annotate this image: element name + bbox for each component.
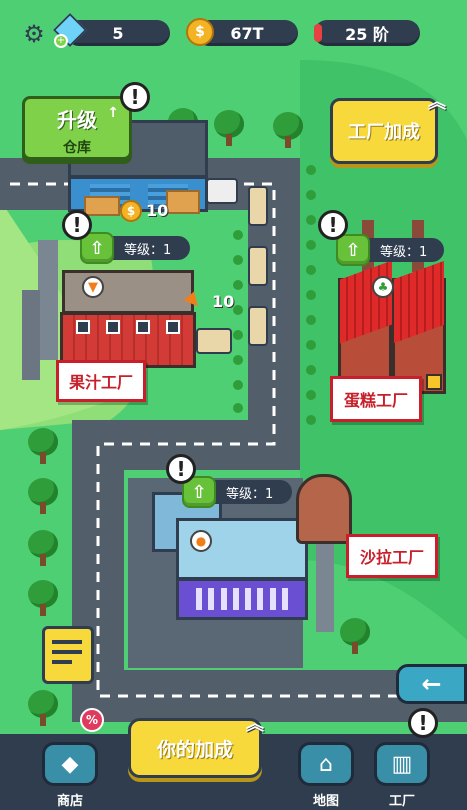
silo	[296, 474, 352, 544]
cargo-boxes	[84, 196, 120, 216]
juice-factory-sign: 果汁工厂	[56, 360, 146, 402]
arrow-left-icon: ←	[421, 670, 442, 698]
cake-factory-sign: 蛋糕工厂	[330, 376, 422, 422]
cake-factory-building[interactable]	[338, 220, 446, 394]
juice-factory-building[interactable]	[60, 270, 196, 368]
juice-carrot-count: 10	[212, 292, 235, 311]
tree	[28, 690, 58, 728]
nav-shop[interactable]: ◆ 商店	[40, 742, 100, 809]
tree	[214, 110, 244, 148]
tree	[273, 112, 303, 150]
nav-map-label: 地图	[312, 794, 339, 809]
pumpkin-icon: ●	[190, 530, 212, 552]
nav-shop-label: 商店	[56, 794, 83, 809]
salad-alert-icon[interactable]: !	[166, 454, 196, 484]
warehouse-coin-reward: 10	[146, 201, 169, 220]
upgrade-arrow-icon[interactable]: ⇧	[336, 234, 370, 266]
factory-nav-alert-icon[interactable]: !	[408, 708, 438, 738]
plus-icon[interactable]: +	[54, 34, 68, 48]
nav-map[interactable]: ⌂ 地图	[296, 742, 356, 809]
leaf-icon: ♣	[372, 276, 394, 298]
cake-factory-level[interactable]: ⇧ 等级：1	[336, 234, 444, 266]
truck	[248, 306, 268, 346]
gems-value: 5	[112, 23, 124, 43]
warehouse-alert-icon[interactable]: !	[120, 82, 150, 112]
game-scene: $ 10 升级 仓库 ↑ ! ▼ ▼ 10 ⇧ 等级：1 ! 果汁工厂 ♣ ⇧ …	[0, 0, 467, 810]
truck	[248, 186, 268, 226]
tree	[28, 530, 58, 568]
coin-icon: $	[120, 200, 142, 222]
truck	[196, 328, 232, 354]
nav-factory[interactable]: ▥ 工厂	[372, 742, 432, 809]
stage-value: 25 阶	[345, 25, 389, 44]
nav-factory-label: 工厂	[388, 794, 415, 809]
tree	[28, 478, 58, 516]
tree	[28, 428, 58, 466]
diamond-icon: ◆	[42, 742, 98, 786]
salad-factory-building[interactable]	[148, 492, 308, 620]
salad-factory-sign: 沙拉工厂	[346, 534, 438, 578]
stage-indicator-icon	[314, 24, 322, 42]
your-boost-button[interactable]: 你的加成	[128, 718, 262, 778]
coin-icon: $	[186, 18, 214, 46]
juice-alert-icon[interactable]: !	[62, 210, 92, 240]
chevron-up-icon: ︽	[428, 92, 446, 113]
tree	[28, 580, 58, 618]
truck	[206, 178, 238, 204]
factory-boost-button[interactable]: 工厂加成	[330, 98, 438, 164]
top-bar: ⚙ 5 + 67T $ 25 阶	[0, 0, 467, 66]
stage-counter[interactable]: 25 阶	[314, 20, 420, 46]
cake-level-text: 等级：1	[380, 244, 428, 260]
salad-factory-level[interactable]: ⇧ 等级：1	[182, 476, 292, 508]
truck	[248, 246, 268, 286]
tree	[340, 618, 370, 656]
map-icon: ⌂	[298, 742, 354, 786]
back-button[interactable]: ←	[396, 664, 467, 704]
chevron-up-icon: ︽	[246, 714, 264, 735]
factory-boost-label: 工厂加成	[348, 122, 420, 143]
gear-icon: ⚙	[23, 20, 45, 48]
coins-value: 67T	[230, 23, 264, 43]
juice-factory-level[interactable]: ⇧ 等级：1	[80, 232, 190, 264]
salad-level-text: 等级：1	[226, 486, 274, 502]
factory-icon: ▥	[374, 742, 430, 786]
juice-level-text: 等级：1	[124, 242, 172, 258]
warehouse-name: 仓库	[63, 140, 91, 156]
sale-badge: %	[80, 708, 104, 732]
warehouse-upgrade-button[interactable]: 升级 仓库 ↑	[22, 96, 132, 160]
cake-alert-icon[interactable]: !	[318, 210, 348, 240]
cargo-boxes	[166, 190, 200, 214]
carrot-icon: ▼	[82, 276, 104, 298]
arrow-up-icon: ↑	[107, 105, 119, 121]
quest-clipboard-icon[interactable]	[42, 626, 94, 684]
settings-button[interactable]: ⚙	[22, 22, 46, 46]
your-boost-label: 你的加成	[156, 738, 233, 761]
